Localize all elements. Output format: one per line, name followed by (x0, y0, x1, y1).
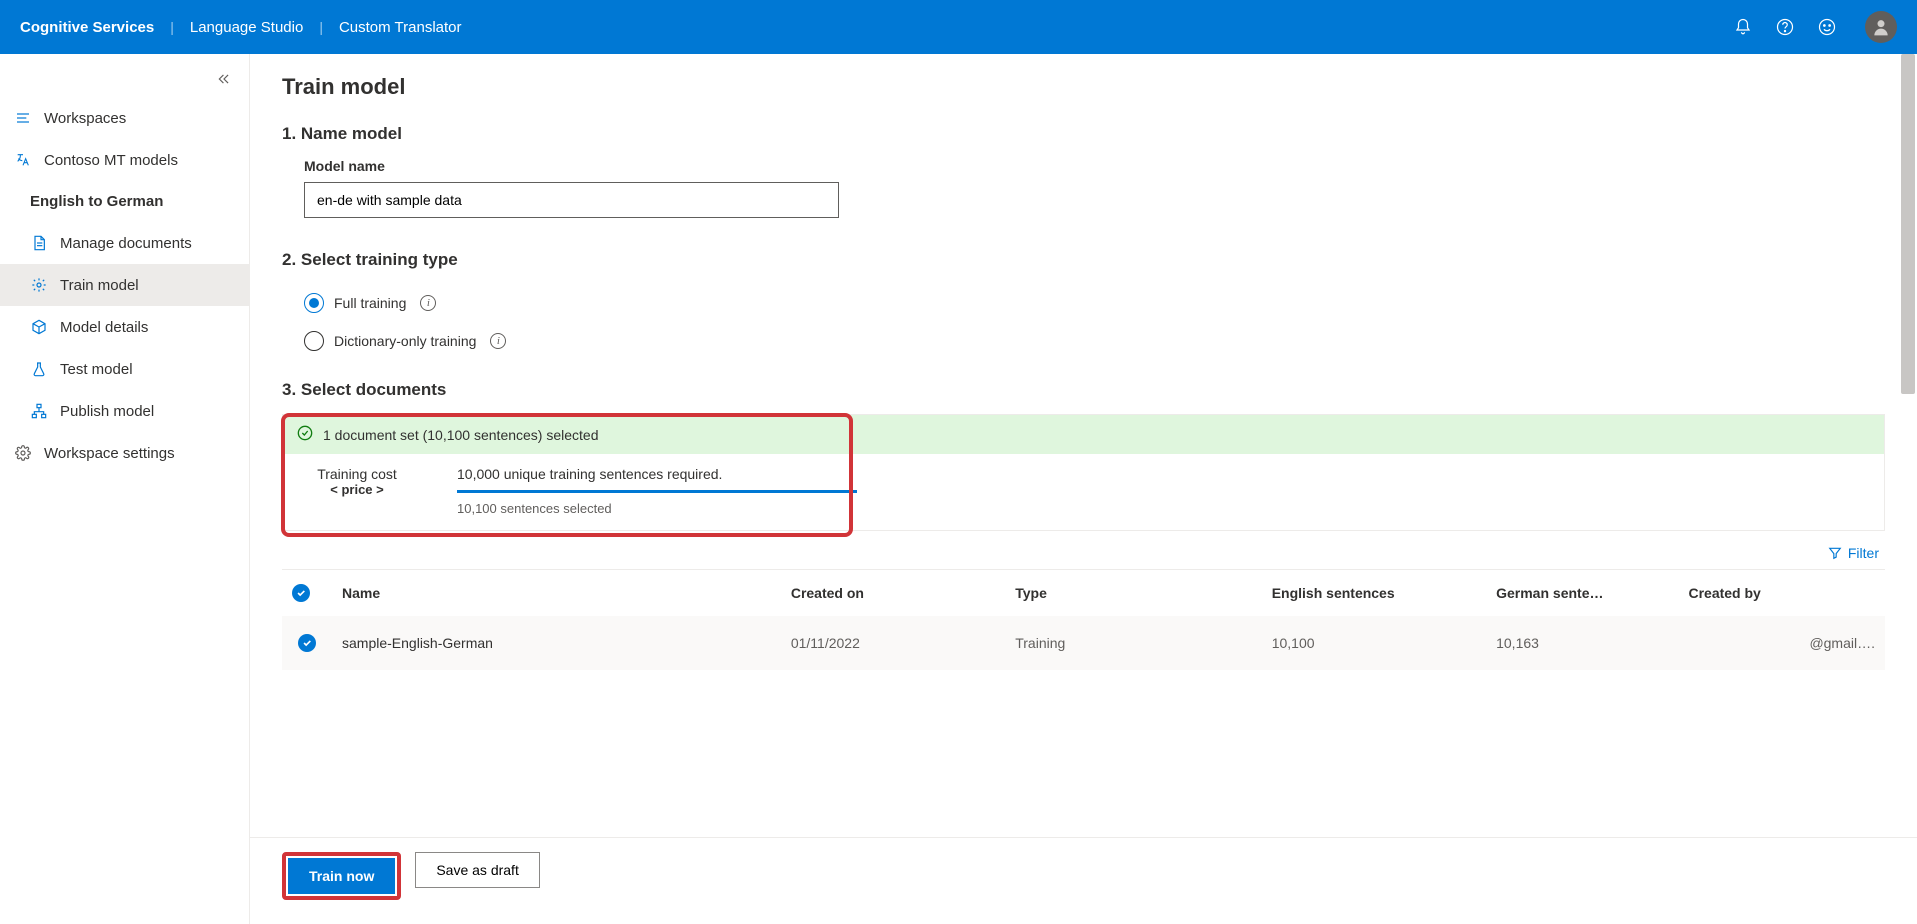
table-row[interactable]: sample-English-German 01/11/2022 Trainin… (282, 616, 1885, 670)
brand-link[interactable]: Cognitive Services (20, 19, 170, 36)
radio-label: Full training (334, 295, 406, 311)
sidebar-item-publish-model[interactable]: Publish model (0, 390, 249, 432)
callout-highlight: Train now (282, 852, 401, 900)
check-circle-icon (292, 584, 310, 602)
col-type[interactable]: Type (1005, 570, 1261, 617)
sidebar-item-project[interactable]: English to German (0, 181, 249, 222)
progress-bar (457, 490, 857, 493)
crumb-language-studio[interactable]: Language Studio (174, 19, 319, 36)
radio-dictionary-training[interactable]: Dictionary-only training i (282, 322, 1885, 360)
col-created-by[interactable]: Created by (1678, 570, 1885, 617)
feedback-icon[interactable] (1817, 17, 1837, 37)
model-name-label: Model name (282, 158, 1885, 174)
sidebar-item-label: Workspace settings (44, 445, 175, 462)
sidebar-item-label: Manage documents (60, 235, 192, 252)
cell-de-sent: 10,163 (1486, 616, 1678, 670)
filter-row: Filter (282, 531, 1885, 569)
sidebar-item-workspaces[interactable]: Workspaces (0, 97, 249, 139)
sidebar-item-label: Publish model (60, 403, 154, 420)
main-content: Train model 1. Name model Model name 2. … (250, 54, 1917, 924)
cell-created-on: 01/11/2022 (781, 616, 1005, 670)
sidebar: Workspaces Contoso MT models English to … (0, 54, 250, 924)
train-now-button[interactable]: Train now (288, 858, 395, 894)
header-actions (1733, 11, 1897, 43)
step-3-title: 3. Select documents (282, 380, 1885, 400)
page-title: Train model (282, 74, 1885, 100)
selection-banner: 1 document set (10,100 sentences) select… (283, 415, 1884, 454)
sidebar-item-label: Workspaces (44, 110, 126, 127)
sidebar-item-model-details[interactable]: Model details (0, 306, 249, 348)
col-created-on[interactable]: Created on (781, 570, 1005, 617)
cell-type: Training (1005, 616, 1261, 670)
radio-icon (304, 331, 324, 351)
cell-en-sent: 10,100 (1262, 616, 1486, 670)
footer-actions: Train now Save as draft (250, 837, 1917, 924)
sidebar-item-test-model[interactable]: Test model (0, 348, 249, 390)
selected-count-text: 10,100 sentences selected (457, 501, 857, 516)
sidebar-item-label: Model details (60, 319, 148, 336)
cell-name: sample-English-German (332, 616, 781, 670)
sidebar-item-label: Test model (60, 361, 133, 378)
avatar[interactable] (1865, 11, 1897, 43)
cost-label: Training cost (317, 466, 397, 482)
sidebar-item-manage-documents[interactable]: Manage documents (0, 222, 249, 264)
sidebar-item-workspace-settings[interactable]: Workspace settings (0, 432, 249, 474)
sidebar-item-label: Train model (60, 277, 139, 294)
check-circle-icon (298, 634, 316, 652)
workspaces-icon (14, 109, 32, 127)
selection-body: Training cost < price > 10,000 unique tr… (283, 454, 1884, 530)
selection-summary-box: 1 document set (10,100 sentences) select… (282, 414, 1885, 531)
table-header-row: Name Created on Type English sentences G… (282, 570, 1885, 617)
sidebar-item-label: Contoso MT models (44, 152, 178, 169)
settings-icon (14, 444, 32, 462)
step-1-title: 1. Name model (282, 124, 1885, 144)
info-icon[interactable]: i (420, 295, 436, 311)
step-2-title: 2. Select training type (282, 250, 1885, 270)
filter-label: Filter (1848, 545, 1879, 561)
notifications-icon[interactable] (1733, 17, 1753, 37)
training-cost: Training cost < price > (297, 466, 417, 516)
progress-block: 10,000 unique training sentences require… (457, 466, 857, 516)
filter-icon (1828, 546, 1842, 560)
flask-icon (30, 360, 48, 378)
help-icon[interactable] (1775, 17, 1795, 37)
col-english-sentences[interactable]: English sentences (1262, 570, 1486, 617)
collapse-sidebar-button[interactable] (199, 64, 249, 97)
document-icon (30, 234, 48, 252)
scrollbar-thumb[interactable] (1901, 54, 1915, 394)
gear-icon (30, 276, 48, 294)
network-icon (30, 402, 48, 420)
row-checkbox[interactable] (282, 616, 332, 670)
checkmark-icon (297, 425, 313, 444)
select-all-checkbox[interactable] (282, 570, 332, 617)
cell-created-by: @gmail…. (1678, 616, 1885, 670)
app-header: Cognitive Services | Language Studio | C… (0, 0, 1917, 54)
language-icon (14, 151, 32, 169)
radio-icon (304, 293, 324, 313)
crumb-custom-translator[interactable]: Custom Translator (323, 19, 478, 36)
radio-label: Dictionary-only training (334, 333, 476, 349)
documents-table: Name Created on Type English sentences G… (282, 569, 1885, 670)
filter-button[interactable]: Filter (1828, 545, 1879, 561)
sidebar-item-label: English to German (30, 193, 163, 210)
col-german-sentences[interactable]: German sente… (1486, 570, 1678, 617)
info-icon[interactable]: i (490, 333, 506, 349)
cube-icon (30, 318, 48, 336)
model-name-input[interactable] (304, 182, 839, 218)
sidebar-item-train-model[interactable]: Train model (0, 264, 249, 306)
save-as-draft-button[interactable]: Save as draft (415, 852, 540, 888)
radio-full-training[interactable]: Full training i (282, 284, 1885, 322)
selection-summary-text: 1 document set (10,100 sentences) select… (323, 427, 599, 443)
col-name[interactable]: Name (332, 570, 781, 617)
cost-value: < price > (330, 482, 383, 497)
breadcrumb: Cognitive Services | Language Studio | C… (20, 19, 478, 36)
requirement-text: 10,000 unique training sentences require… (457, 466, 857, 482)
sidebar-item-models[interactable]: Contoso MT models (0, 139, 249, 181)
